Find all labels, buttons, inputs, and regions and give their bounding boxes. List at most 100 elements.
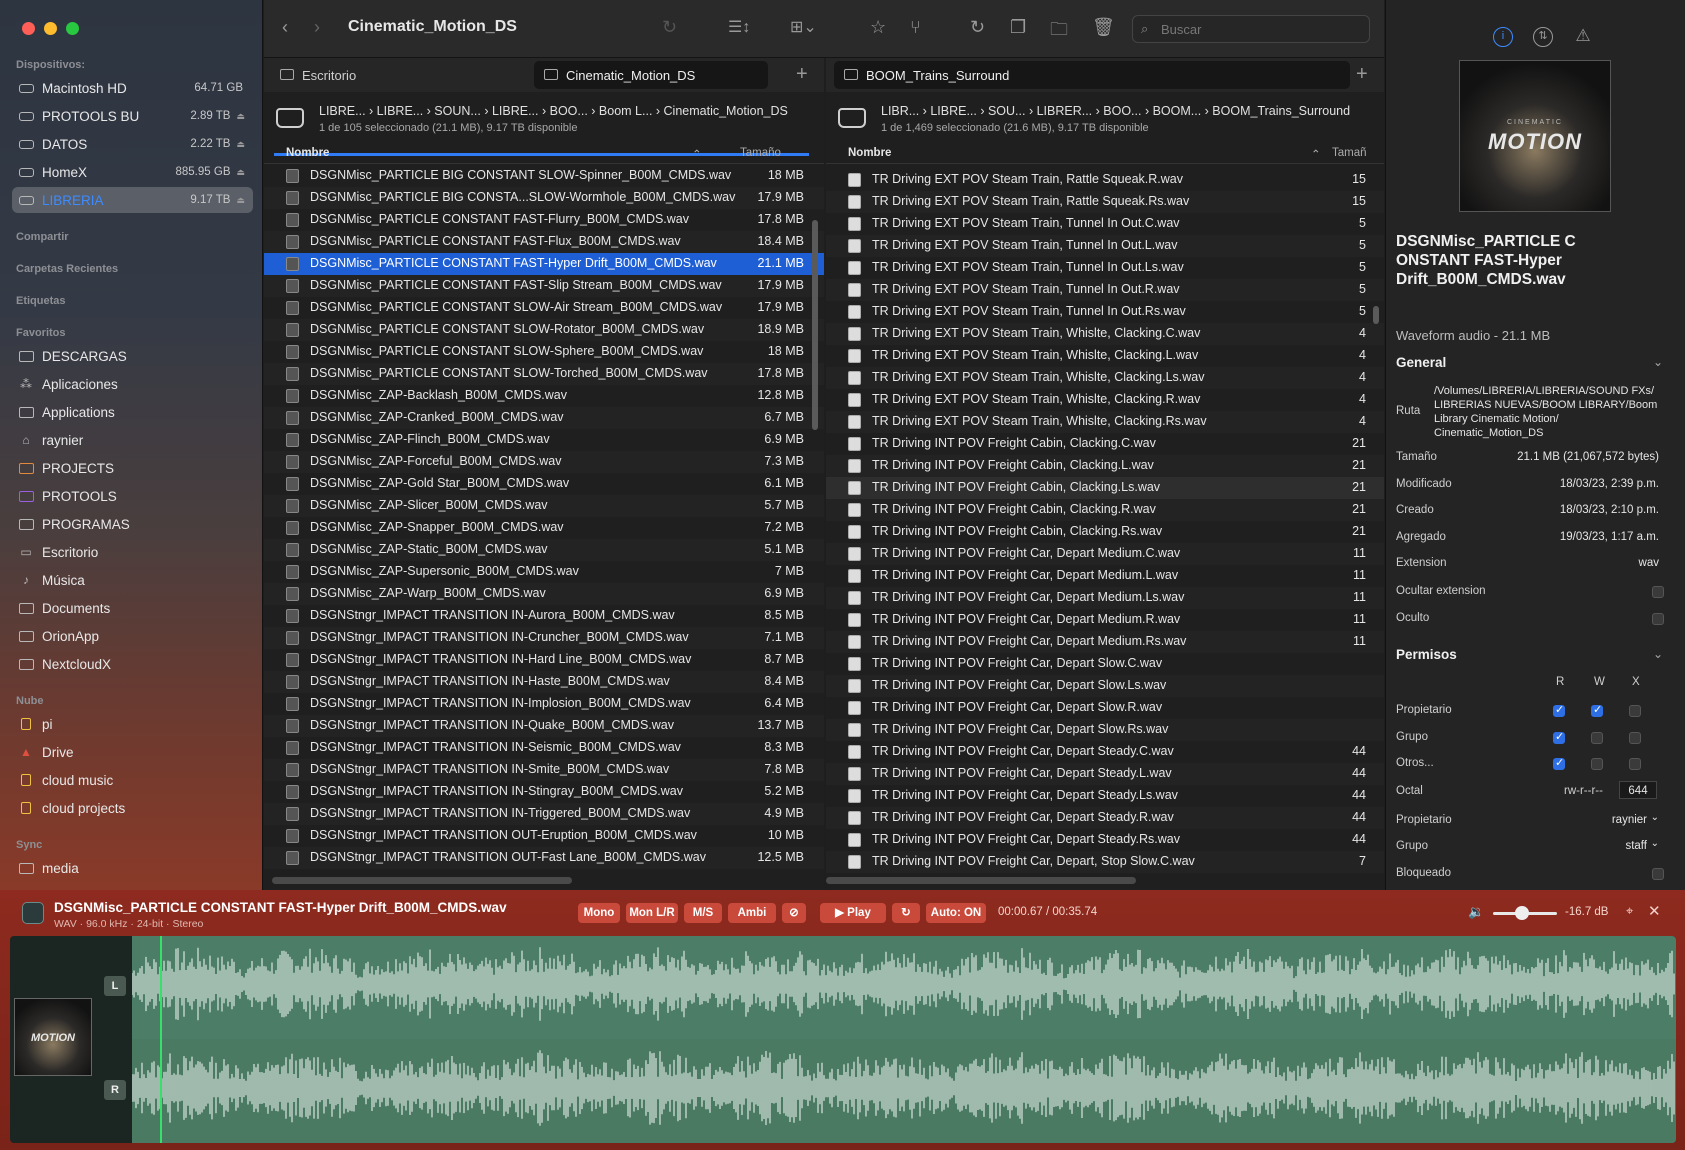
back-icon[interactable]: ‹ — [282, 17, 288, 38]
file-row[interactable]: TR Driving INT POV Freight Cabin, Clacki… — [826, 433, 1384, 455]
file-row[interactable]: TR Driving INT POV Freight Car, Depart M… — [826, 609, 1384, 631]
sidebar-item[interactable]: LIBRERIA 9.17 TB ⏏ — [12, 187, 253, 213]
breadcrumb[interactable]: LIBR... › LIBRE... › SOU... › LIBRER... … — [881, 104, 1350, 118]
file-row[interactable]: DSGNStngr_IMPACT TRANSITION IN-Hard Line… — [264, 649, 824, 671]
file-row[interactable]: DSGNMisc_PARTICLE CONSTANT SLOW-Torched_… — [264, 363, 824, 385]
forward-icon[interactable]: › — [314, 17, 320, 38]
file-row[interactable]: DSGNMisc_ZAP-Snapper_B00M_CMDS.wav 7.2 MB — [264, 517, 824, 539]
play-button[interactable]: ▶ Play — [820, 903, 886, 923]
player-mode-button[interactable]: Mon L/R — [626, 903, 678, 923]
sidebar-item[interactable]: media — [12, 855, 253, 881]
search-input[interactable]: ⌕ Buscar — [1132, 15, 1370, 43]
file-row[interactable]: TR Driving INT POV Freight Cabin, Clacki… — [826, 455, 1384, 477]
file-row[interactable]: DSGNStngr_IMPACT TRANSITION OUT-Eruption… — [264, 825, 824, 847]
file-row[interactable]: TR Driving EXT POV Steam Train, Tunnel I… — [826, 257, 1384, 279]
file-row[interactable]: DSGNStngr_IMPACT TRANSITION IN-Haste_B00… — [264, 671, 824, 693]
sidebar-item[interactable]: cloud music — [12, 767, 253, 793]
sidebar-item[interactable]: cloud projects — [12, 795, 253, 821]
player-mode-button[interactable]: Ambi — [728, 903, 776, 923]
general-section-title[interactable]: General — [1396, 355, 1446, 370]
perm-checkbox-r[interactable] — [1553, 730, 1565, 744]
sidebar-section-tags[interactable]: Etiquetas — [16, 295, 66, 307]
loop-icon[interactable]: ↻ — [892, 903, 920, 923]
sidebar-item[interactable]: Macintosh HD 64.71 GB — [12, 75, 253, 101]
file-row[interactable]: TR Driving INT POV Freight Car, Depart S… — [826, 741, 1384, 763]
tab-cinematic-motion[interactable]: Cinematic_Motion_DS — [534, 61, 768, 89]
player-mode-button[interactable]: ⊘ — [782, 903, 806, 923]
sync-icon[interactable]: ↻ — [662, 17, 677, 38]
file-row[interactable]: TR Driving INT POV Freight Car, Depart S… — [826, 829, 1384, 851]
file-row[interactable]: TR Driving EXT POV Steam Train, Rattle S… — [826, 169, 1384, 191]
convert-icon[interactable]: ⇅ — [1533, 27, 1553, 47]
file-row[interactable]: TR Driving EXT POV Steam Train, Whislte,… — [826, 323, 1384, 345]
file-row[interactable]: DSGNStngr_IMPACT TRANSITION IN-Aurora_B0… — [264, 605, 824, 627]
file-row[interactable]: TR Driving EXT POV Steam Train, Tunnel I… — [826, 213, 1384, 235]
octal-input[interactable]: 644 — [1619, 781, 1657, 799]
file-row[interactable]: TR Driving INT POV Freight Car, Depart S… — [826, 807, 1384, 829]
sidebar-item[interactable]: OrionApp — [12, 623, 253, 649]
file-row[interactable]: DSGNMisc_ZAP-Gold Star_B00M_CMDS.wav 6.1 … — [264, 473, 824, 495]
info-icon[interactable]: i — [1493, 27, 1513, 47]
hide-extension-checkbox[interactable] — [1652, 586, 1664, 598]
file-row[interactable]: TR Driving EXT POV Steam Train, Tunnel I… — [826, 301, 1384, 323]
minimize-window-button[interactable] — [44, 22, 57, 35]
copy-icon[interactable]: ❐ — [1010, 17, 1026, 38]
horizontal-scrollbar[interactable] — [272, 877, 572, 884]
file-row[interactable]: DSGNStngr_IMPACT TRANSITION IN-Smite_B00… — [264, 759, 824, 781]
file-row[interactable]: TR Driving INT POV Freight Car, Depart M… — [826, 565, 1384, 587]
file-row[interactable]: DSGNStngr_IMPACT TRANSITION IN-Cruncher_… — [264, 627, 824, 649]
speaker-icon[interactable]: 🔉 — [1468, 904, 1484, 920]
sidebar-item[interactable]: PROJECTS — [12, 455, 253, 481]
file-row[interactable]: DSGNMisc_PARTICLE CONSTANT FAST-Slip Str… — [264, 275, 824, 297]
file-row[interactable]: DSGNMisc_ZAP-Forceful_B00M_CMDS.wav 7.3 M… — [264, 451, 824, 473]
chevron-down-icon[interactable]: ⌄ — [1651, 812, 1659, 823]
playhead[interactable] — [160, 936, 162, 1143]
file-row[interactable]: TR Driving INT POV Freight Cabin, Clacki… — [826, 499, 1384, 521]
eject-icon[interactable]: ⏏ — [236, 167, 245, 178]
horizontal-scrollbar[interactable] — [826, 877, 1136, 884]
sort-chevron-icon[interactable]: ⌃ — [1311, 147, 1321, 161]
sidebar-item[interactable]: DATOS 2.22 TB ⏏ — [12, 131, 253, 157]
file-row[interactable]: TR Driving INT POV Freight Car, Depart M… — [826, 543, 1384, 565]
refresh-icon[interactable]: ↻ — [970, 17, 985, 38]
star-icon[interactable]: ☆ — [870, 17, 886, 38]
file-row[interactable]: TR Driving EXT POV Steam Train, Whislte,… — [826, 345, 1384, 367]
add-tab-icon[interactable]: + — [796, 63, 808, 86]
perm-checkbox-r[interactable] — [1553, 756, 1565, 770]
file-row[interactable]: TR Driving INT POV Freight Cabin, Clacki… — [826, 477, 1384, 499]
file-row[interactable]: TR Driving INT POV Freight Cabin, Clacki… — [826, 521, 1384, 543]
sidebar-section-recent[interactable]: Carpetas Recientes — [16, 263, 118, 275]
file-row[interactable]: TR Driving EXT POV Steam Train, Tunnel I… — [826, 279, 1384, 301]
file-row[interactable]: DSGNMisc_PARTICLE CONSTANT SLOW-Rotator_… — [264, 319, 824, 341]
hidden-checkbox[interactable] — [1652, 613, 1664, 625]
file-row[interactable]: DSGNMisc_PARTICLE BIG CONSTA...SLOW-Worm… — [264, 187, 824, 209]
file-row[interactable]: TR Driving INT POV Freight Car, Depart S… — [826, 675, 1384, 697]
file-row[interactable]: DSGNStngr_IMPACT TRANSITION IN-Triggered… — [264, 803, 824, 825]
file-row[interactable]: TR Driving INT POV Freight Car, Depart M… — [826, 631, 1384, 653]
file-row[interactable]: DSGNMisc_ZAP-Backlash_B00M_CMDS.wav 12.8 … — [264, 385, 824, 407]
tab-escritorio[interactable]: Escritorio — [270, 61, 532, 89]
file-row[interactable]: DSGNMisc_PARTICLE CONSTANT FAST-Hyper Dr… — [264, 253, 824, 275]
perm-checkbox-x[interactable] — [1629, 758, 1641, 770]
owner-select[interactable]: raynier — [1612, 814, 1647, 826]
file-row[interactable]: DSGNMisc_ZAP-Cranked_B00M_CMDS.wav 6.7 MB — [264, 407, 824, 429]
waveform[interactable] — [131, 936, 1676, 1143]
permissions-section-title[interactable]: Permisos — [1396, 647, 1457, 662]
grid-view-icon[interactable]: ⊞⌄ — [790, 17, 817, 37]
file-row[interactable]: DSGNMisc_PARTICLE CONSTANT SLOW-Sphere_B… — [264, 341, 824, 363]
sidebar-item[interactable]: ⌂ raynier — [12, 427, 253, 453]
file-row[interactable]: DSGNMisc_ZAP-Flinch_B00M_CMDS.wav 6.9 MB — [264, 429, 824, 451]
vertical-scrollbar[interactable] — [1373, 306, 1379, 324]
perm-checkbox-r[interactable] — [1553, 703, 1565, 717]
column-size-header[interactable]: Tamañ — [1332, 147, 1367, 159]
sidebar-item[interactable]: ▲ Drive — [12, 739, 253, 765]
add-tab-icon[interactable]: + — [1356, 63, 1368, 86]
file-row[interactable]: DSGNMisc_PARTICLE CONSTANT FAST-Flurry_B… — [264, 209, 824, 231]
pin-icon[interactable]: ⌖ — [1626, 903, 1633, 919]
file-row[interactable]: DSGNStngr_IMPACT TRANSITION IN-Seismic_B… — [264, 737, 824, 759]
column-name-header[interactable]: Nombre — [848, 147, 891, 159]
eject-icon[interactable]: ⏏ — [236, 139, 245, 150]
file-row[interactable]: TR Driving EXT POV Steam Train, Whislte,… — [826, 367, 1384, 389]
column-size-header[interactable]: Tamaño — [740, 147, 781, 159]
sidebar-item[interactable]: Documents — [12, 595, 253, 621]
